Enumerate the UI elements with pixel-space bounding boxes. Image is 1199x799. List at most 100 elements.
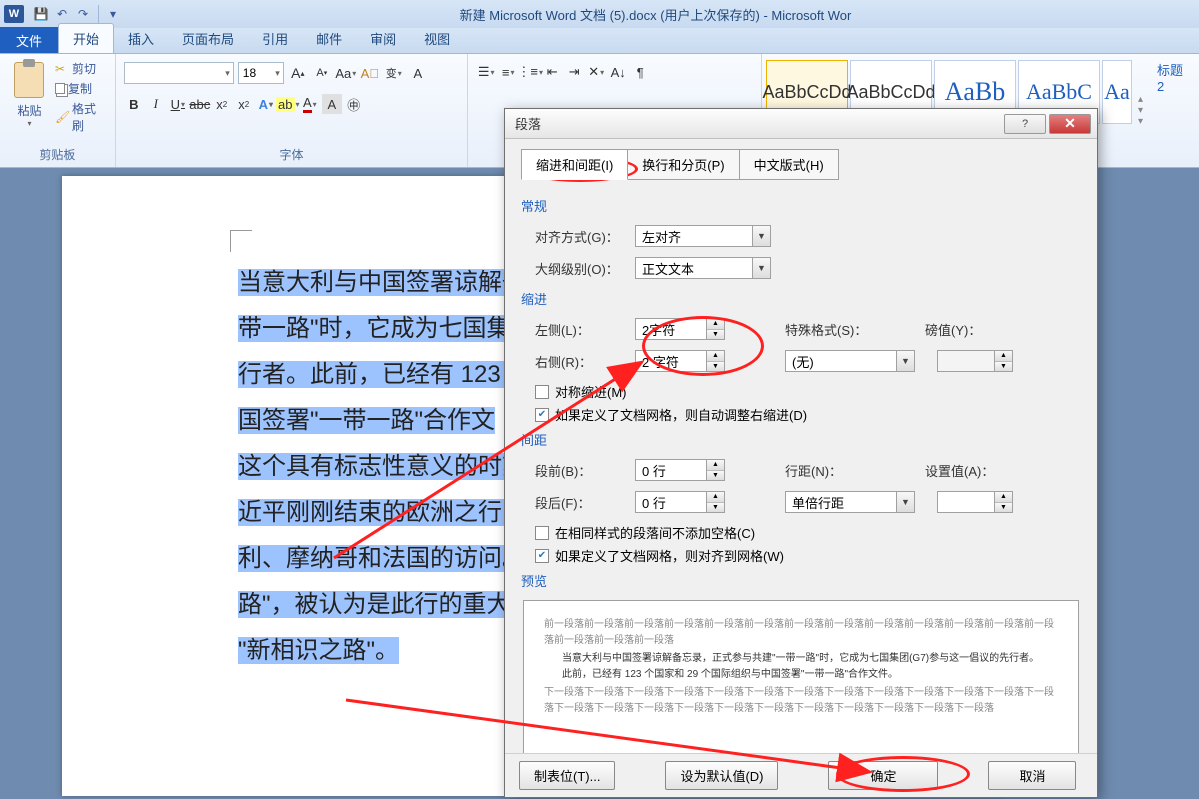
tab-indent-spacing[interactable]: 缩进和间距(I) [521, 149, 628, 180]
char-shading-icon[interactable]: A [322, 94, 342, 114]
at-spinner[interactable]: ▲▼ [937, 491, 1013, 513]
italic-button[interactable]: I [146, 94, 166, 114]
tab-references[interactable]: 引用 [248, 24, 302, 53]
margin-corner-mark [230, 230, 252, 252]
dialog-help-button[interactable]: ? [1004, 114, 1046, 134]
tab-line-page[interactable]: 换行和分页(P) [627, 149, 739, 180]
qat-customize-icon[interactable]: ▾ [104, 5, 122, 23]
tab-review[interactable]: 审阅 [356, 24, 410, 53]
paragraph-dialog: 段落 ? ✕ 缩进和间距(I) 换行和分页(P) 中文版式(H) 常规 对齐方式… [504, 108, 1098, 798]
tab-insert[interactable]: 插入 [114, 24, 168, 53]
tab-layout[interactable]: 页面布局 [168, 24, 248, 53]
paste-button[interactable]: 粘贴 ▾ [8, 58, 51, 144]
by-label: 磅值(Y)： [925, 320, 981, 339]
subscript-button[interactable]: x2 [212, 94, 232, 114]
before-spinner[interactable]: 0 行▲▼ [635, 459, 725, 481]
window-title: 新建 Microsoft Word 文档 (5).docx (用户上次保存的) … [122, 5, 1199, 24]
preview-box: 前一段落前一段落前一段落前一段落前一段落前一段落前一段落前一段落前一段落前一段落… [523, 600, 1079, 756]
font-size-combo[interactable]: 18 [238, 62, 284, 84]
dialog-tabs: 缩进和间距(I) 换行和分页(P) 中文版式(H) [521, 149, 1081, 180]
strike-button[interactable]: abc [190, 94, 210, 114]
section-preview: 预览 [521, 571, 1081, 590]
before-label: 段前(B)： [535, 461, 635, 480]
by-spinner[interactable]: ▲▼ [937, 350, 1013, 372]
numbering-icon[interactable]: ≡ [498, 62, 518, 82]
font-name-combo[interactable] [124, 62, 234, 84]
no-space-label: 在相同样式的段落间不添加空格(C) [555, 523, 755, 542]
right-indent-label: 右侧(R)： [535, 352, 635, 371]
special-combo[interactable]: (无)▼ [785, 350, 915, 372]
grow-font-icon[interactable]: A▴ [288, 63, 308, 83]
mirror-indent-label: 对称缩进(M) [555, 382, 627, 401]
alignment-label: 对齐方式(G)： [535, 227, 635, 246]
dialog-title: 段落 [511, 114, 1001, 133]
outline-label: 大纲级别(O)： [535, 259, 635, 278]
style-label-heading2: 标题 2 [1151, 54, 1199, 167]
dialog-close-button[interactable]: ✕ [1049, 114, 1091, 134]
alignment-combo[interactable]: 左对齐▼ [635, 225, 771, 247]
after-spinner[interactable]: 0 行▲▼ [635, 491, 725, 513]
paste-label: 粘贴 [17, 102, 41, 119]
ok-button[interactable]: 确定 [828, 761, 938, 790]
clear-format-icon[interactable]: A⃠ [360, 63, 380, 83]
dialog-body: 缩进和间距(I) 换行和分页(P) 中文版式(H) 常规 对齐方式(G)： 左对… [505, 139, 1097, 776]
snap-grid-label: 如果定义了文档网格，则对齐到网格(W) [555, 546, 784, 565]
after-label: 段后(F)： [535, 493, 635, 512]
line-spacing-combo[interactable]: 单倍行距▼ [785, 491, 915, 513]
clipboard-group-label: 剪贴板 [8, 144, 107, 165]
text-effects-icon[interactable]: A [256, 94, 276, 114]
tab-chinese-layout[interactable]: 中文版式(H) [739, 149, 839, 180]
line-spacing-label: 行距(N)： [785, 461, 885, 480]
clipboard-icon [14, 62, 44, 98]
undo-icon[interactable]: ↶ [53, 5, 71, 23]
clipboard-group: 粘贴 ▾ ✂剪切 复制 🖌格式刷 剪贴板 [0, 54, 116, 167]
tabs-button[interactable]: 制表位(T)... [519, 761, 615, 790]
tab-view[interactable]: 视图 [410, 24, 464, 53]
font-color-icon[interactable]: A [300, 94, 320, 114]
dialog-footer: 制表位(T)... 设为默认值(D) 确定 取消 [505, 753, 1097, 797]
superscript-button[interactable]: x2 [234, 94, 254, 114]
shrink-font-icon[interactable]: A▾ [312, 63, 332, 83]
left-indent-spinner[interactable]: 2字符▲▼ [635, 318, 725, 340]
outline-combo[interactable]: 正文文本▼ [635, 257, 771, 279]
bold-button[interactable]: B [124, 94, 144, 114]
redo-icon[interactable]: ↷ [74, 5, 92, 23]
format-painter-button[interactable]: 🖌格式刷 [55, 100, 107, 134]
sort-icon[interactable]: A↓ [608, 62, 628, 82]
save-icon[interactable]: 💾 [32, 5, 50, 23]
cancel-button[interactable]: 取消 [988, 761, 1076, 790]
char-border-icon[interactable]: A [408, 63, 428, 83]
no-space-checkbox[interactable] [535, 526, 549, 540]
copy-button[interactable]: 复制 [55, 80, 107, 97]
set-default-button[interactable]: 设为默认值(D) [665, 761, 778, 790]
mirror-indent-checkbox[interactable] [535, 385, 549, 399]
snap-grid-checkbox[interactable]: ✔ [535, 549, 549, 563]
show-marks-icon[interactable]: ¶ [630, 62, 650, 82]
multilevel-icon[interactable]: ⋮≡ [520, 62, 540, 82]
bullets-icon[interactable]: ☰ [476, 62, 496, 82]
dialog-titlebar[interactable]: 段落 ? ✕ [505, 109, 1097, 139]
enclose-char-icon[interactable]: ㊥ [344, 94, 364, 114]
cut-button[interactable]: ✂剪切 [55, 60, 107, 77]
font-group-label: 字体 [124, 144, 459, 165]
styles-more[interactable]: ▴▾▾ [1134, 60, 1147, 161]
highlight-icon[interactable]: ab [278, 94, 298, 114]
file-tab[interactable]: 文件 [0, 27, 58, 53]
font-group: 18 A▴ A▾ Aa A⃠ 变 A B I U abc x2 x2 A ab … [116, 54, 468, 167]
change-case-icon[interactable]: Aa [336, 63, 356, 83]
right-indent-spinner[interactable]: 2 字符▲▼ [635, 350, 725, 372]
asian-layout-icon[interactable]: ✕ [586, 62, 606, 82]
section-general: 常规 [521, 196, 1081, 215]
style-heading3[interactable]: Aa [1102, 60, 1132, 124]
special-label: 特殊格式(S)： [785, 320, 885, 339]
section-indent: 缩进 [521, 289, 1081, 308]
ribbon-tabs: 文件 开始 插入 页面布局 引用 邮件 审阅 视图 [0, 28, 1199, 54]
increase-indent-icon[interactable]: ⇥ [564, 62, 584, 82]
decrease-indent-icon[interactable]: ⇤ [542, 62, 562, 82]
auto-adjust-checkbox[interactable]: ✔ [535, 408, 549, 422]
underline-button[interactable]: U [168, 94, 188, 114]
tab-mailings[interactable]: 邮件 [302, 24, 356, 53]
quick-access-toolbar: 💾 ↶ ↷ ▾ [32, 5, 122, 23]
tab-home[interactable]: 开始 [58, 23, 114, 53]
phonetic-guide-icon[interactable]: 变 [384, 63, 404, 83]
